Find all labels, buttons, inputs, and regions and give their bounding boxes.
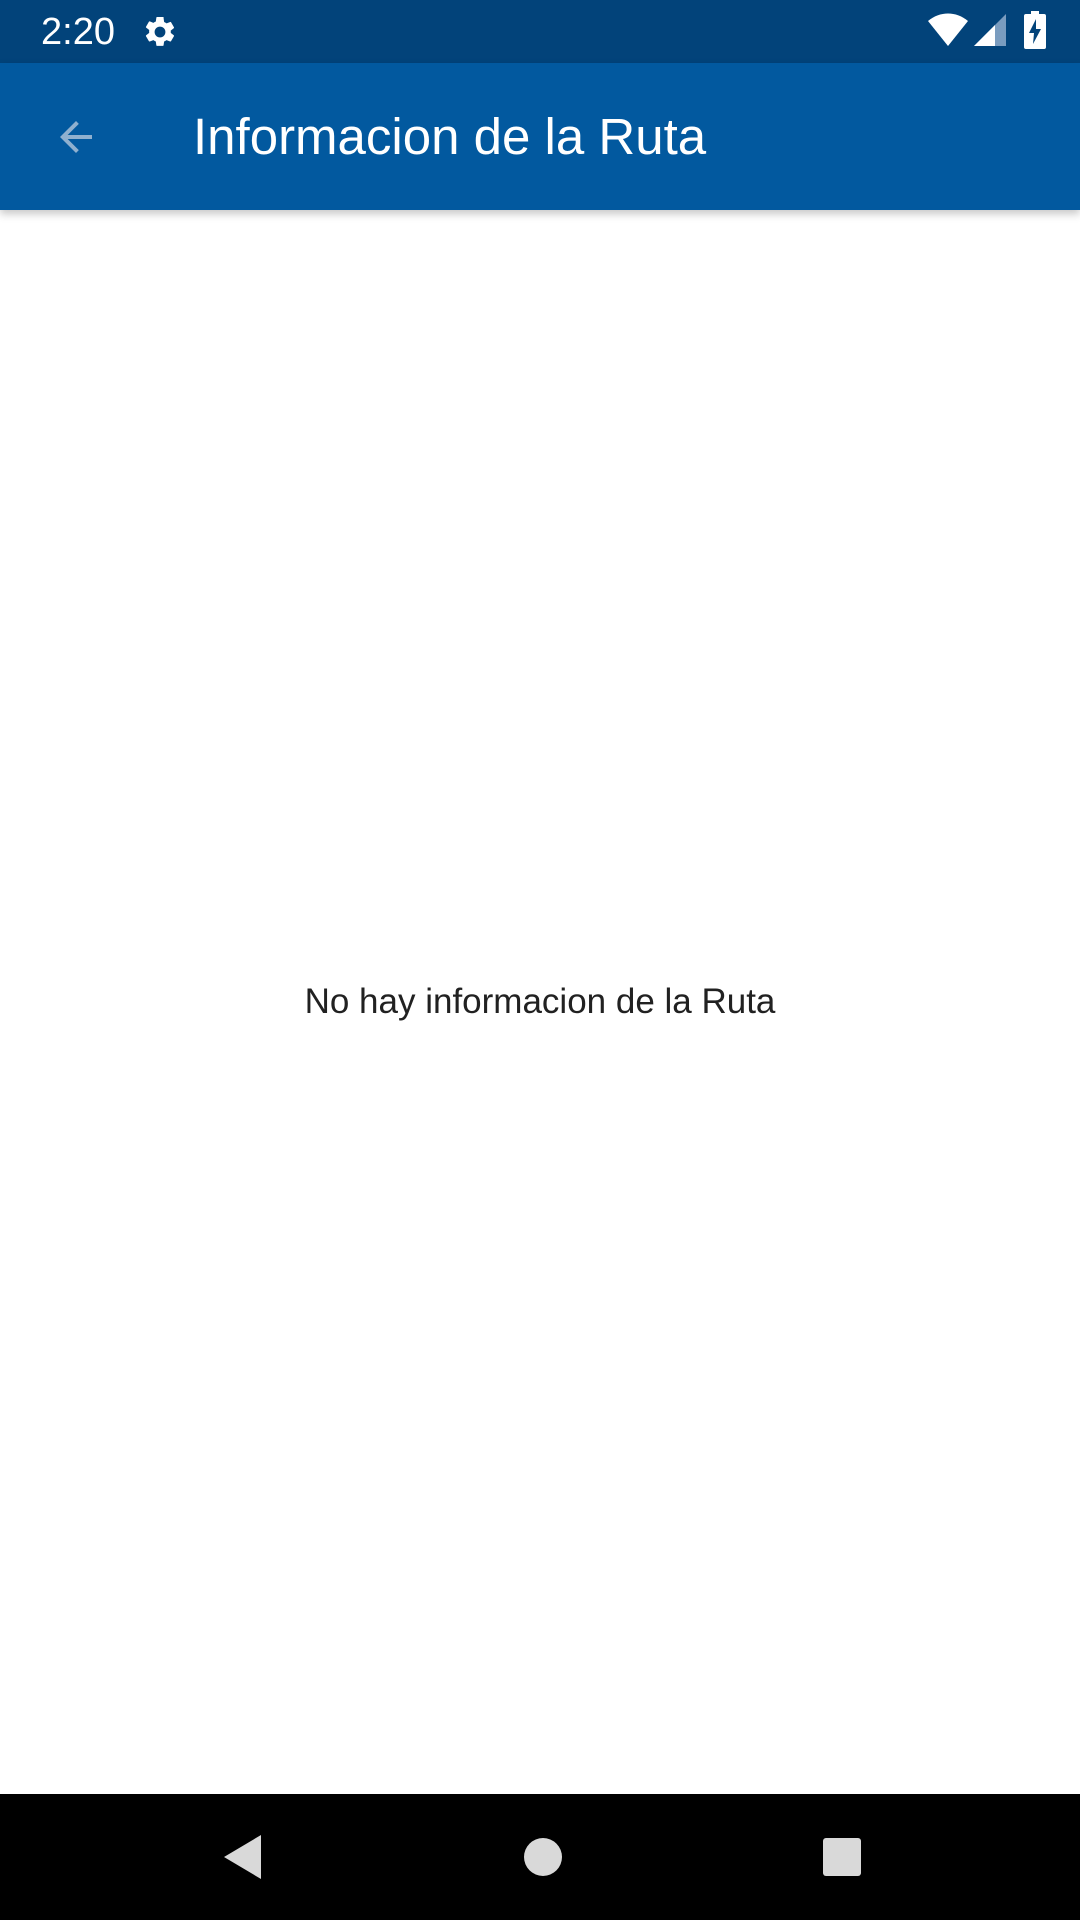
screen: 2:20 Informacion de la Ruta No hay infor… [0, 0, 1080, 1920]
nav-back-button[interactable] [208, 1822, 278, 1892]
empty-state-message: No hay informacion de la Ruta [304, 982, 776, 1021]
back-triangle-icon [224, 1835, 261, 1879]
nav-recents-button[interactable] [807, 1822, 877, 1892]
status-time: 2:20 [41, 11, 115, 53]
app-bar: Informacion de la Ruta [0, 63, 1080, 210]
arrow-left-icon [60, 121, 92, 153]
battery-charging-icon [1024, 11, 1046, 49]
main-content: No hay informacion de la Ruta [0, 210, 1080, 1794]
wifi-icon [928, 13, 968, 46]
nav-home-button[interactable] [508, 1822, 578, 1892]
recents-square-icon [823, 1838, 861, 1876]
back-button[interactable] [36, 100, 116, 174]
system-navigation-bar [0, 1794, 1080, 1920]
settings-gear-icon [145, 16, 175, 46]
page-title: Informacion de la Ruta [193, 108, 707, 165]
cell-signal-icon [974, 14, 1006, 46]
home-circle-icon [524, 1838, 562, 1876]
status-bar: 2:20 [0, 0, 1080, 63]
